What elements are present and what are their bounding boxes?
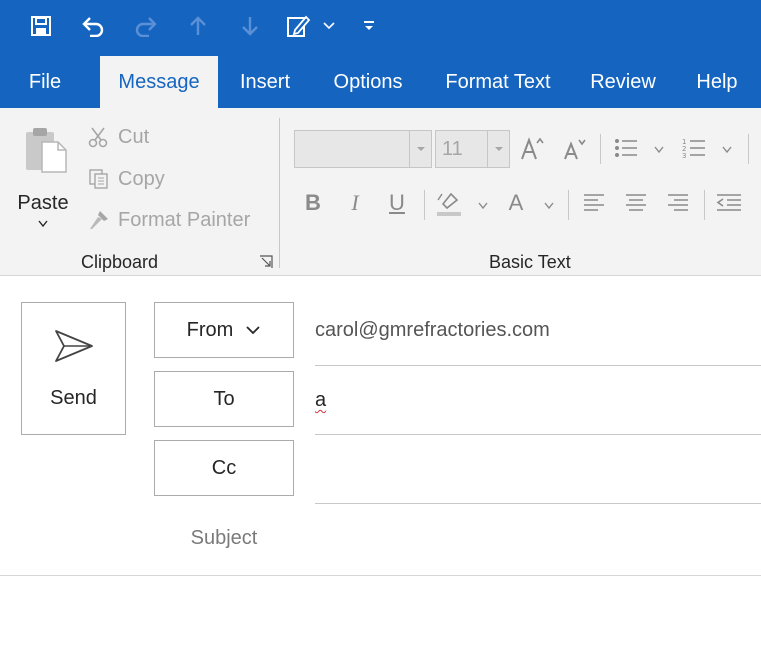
subject-field[interactable]: [315, 518, 761, 558]
font-size-combobox[interactable]: 11: [435, 130, 510, 168]
from-button[interactable]: From: [154, 302, 294, 358]
chevron-down-icon[interactable]: [654, 146, 664, 154]
send-icon: [55, 330, 93, 362]
chevron-down-icon[interactable]: [478, 202, 488, 210]
paste-icon: [26, 128, 67, 173]
cc-label: Cc: [211, 456, 237, 479]
copy-button[interactable]: Copy: [86, 164, 165, 194]
cut-button[interactable]: Cut: [86, 122, 149, 152]
tab-review[interactable]: Review: [580, 56, 666, 108]
from-underline: [315, 365, 761, 366]
from-field[interactable]: carol@gmrefractories.com: [315, 319, 550, 342]
paintbrush-icon: [86, 207, 112, 233]
tab-format-text[interactable]: Format Text: [434, 56, 562, 108]
to-button[interactable]: To: [154, 371, 294, 427]
draft-icon[interactable]: [284, 12, 312, 40]
chevron-down-icon: [246, 326, 260, 335]
basic-text-group-label: Basic Text: [489, 252, 571, 272]
grow-font-icon[interactable]: [518, 132, 546, 164]
chevron-down-icon: [409, 131, 431, 167]
bold-button[interactable]: B: [300, 188, 326, 218]
tab-message[interactable]: Message: [100, 56, 218, 108]
font-color-button[interactable]: A: [503, 188, 529, 218]
svg-text:3: 3: [682, 152, 686, 160]
send-label: Send: [50, 387, 97, 409]
subject-label: Subject: [190, 527, 258, 549]
separator: [600, 134, 601, 164]
separator: [568, 190, 569, 220]
highlight-icon[interactable]: [434, 188, 464, 220]
customize-icon[interactable]: [358, 12, 380, 40]
group-separator: [279, 118, 280, 268]
tab-options[interactable]: Options: [320, 56, 416, 108]
ribbon: Paste Cut Copy Format Painter Clipboard …: [0, 108, 761, 276]
dialog-launcher-icon[interactable]: [259, 255, 273, 269]
copy-label: Copy: [118, 167, 165, 190]
bullets-icon[interactable]: [612, 132, 640, 164]
message-body[interactable]: [0, 576, 761, 665]
shrink-font-icon[interactable]: [560, 132, 588, 164]
chevron-down-icon[interactable]: [722, 146, 732, 154]
separator: [704, 190, 705, 220]
copy-icon: [86, 166, 112, 192]
save-icon[interactable]: [27, 12, 55, 40]
clipboard-group-label: Clipboard: [81, 252, 159, 272]
scissors-icon: [86, 124, 112, 150]
underline-button[interactable]: U: [384, 188, 410, 218]
cc-underline: [315, 503, 761, 504]
redo-icon[interactable]: [132, 12, 160, 40]
format-painter-label: Format Painter: [118, 208, 251, 231]
undo-icon[interactable]: [79, 12, 107, 40]
up-arrow-icon[interactable]: [184, 12, 212, 40]
separator: [424, 190, 425, 220]
tab-help[interactable]: Help: [684, 56, 750, 108]
paste-label: Paste: [17, 192, 69, 214]
align-center-icon[interactable]: [622, 190, 650, 218]
ribbon-tabs: File Message Insert Options Format Text …: [0, 56, 761, 108]
font-name-combobox[interactable]: [294, 130, 432, 168]
chevron-down-icon[interactable]: [544, 202, 554, 210]
cc-button[interactable]: Cc: [154, 440, 294, 496]
down-arrow-icon[interactable]: [236, 12, 264, 40]
chevron-down-icon: [38, 220, 48, 228]
tab-file[interactable]: File: [14, 56, 76, 108]
italic-button[interactable]: I: [342, 188, 368, 218]
quick-access-toolbar: [0, 0, 761, 52]
to-label: To: [213, 387, 235, 410]
paste-button[interactable]: Paste: [12, 120, 74, 232]
to-field[interactable]: a: [315, 389, 326, 412]
separator: [748, 134, 749, 164]
from-label: From: [186, 318, 234, 341]
align-right-icon[interactable]: [664, 190, 692, 218]
tab-insert[interactable]: Insert: [228, 56, 302, 108]
format-painter-button[interactable]: Format Painter: [86, 205, 250, 235]
to-underline: [315, 434, 761, 435]
font-size-value: 11: [442, 138, 463, 160]
decrease-indent-icon[interactable]: [714, 190, 744, 218]
align-left-icon[interactable]: [580, 190, 608, 218]
cut-label: Cut: [118, 125, 150, 148]
numbering-icon[interactable]: 123: [680, 132, 708, 164]
title-bar: File Message Insert Options Format Text …: [0, 0, 761, 108]
to-value: a: [315, 389, 327, 411]
chevron-down-icon[interactable]: [318, 12, 340, 40]
chevron-down-icon: [487, 131, 509, 167]
send-button[interactable]: Send: [21, 302, 126, 435]
